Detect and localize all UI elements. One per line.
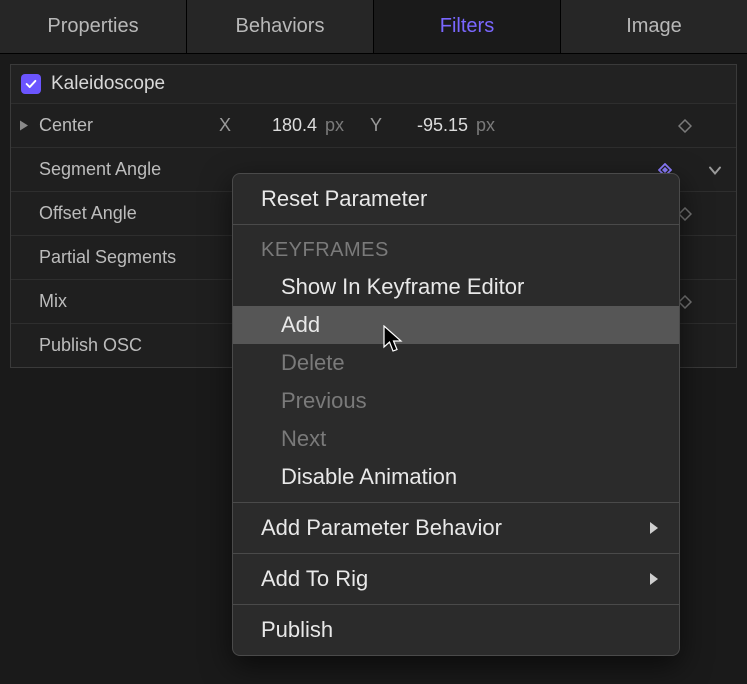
filter-enabled-checkbox[interactable]	[21, 74, 41, 94]
menu-label: Add Parameter Behavior	[261, 515, 502, 540]
filter-title: Kaleidoscope	[51, 73, 165, 95]
menu-next: Next	[233, 420, 679, 458]
menu-keyframes-header: KEYFRAMES	[233, 231, 679, 268]
menu-previous: Previous	[233, 382, 679, 420]
menu-add-to-rig[interactable]: Add To Rig	[233, 560, 679, 598]
keyframe-icon[interactable]	[678, 119, 692, 133]
menu-show-keyframe-editor[interactable]: Show In Keyframe Editor	[233, 268, 679, 306]
keyframe-icon[interactable]	[678, 207, 692, 221]
y-unit: px	[476, 115, 495, 136]
x-axis-label: X	[219, 115, 239, 136]
tab-filters[interactable]: Filters	[374, 0, 561, 53]
menu-separator	[233, 502, 679, 503]
menu-publish[interactable]: Publish	[233, 611, 679, 649]
disclosure-icon[interactable]	[19, 115, 29, 136]
animation-context-menu: Reset Parameter KEYFRAMES Show In Keyfra…	[232, 173, 680, 656]
menu-separator	[233, 553, 679, 554]
x-value[interactable]: 180.4	[247, 115, 317, 136]
y-value[interactable]: -95.15	[398, 115, 468, 136]
menu-add[interactable]: Add	[233, 306, 679, 344]
menu-separator	[233, 604, 679, 605]
menu-add-parameter-behavior[interactable]: Add Parameter Behavior	[233, 509, 679, 547]
x-unit: px	[325, 115, 344, 136]
submenu-arrow-icon	[649, 566, 659, 592]
param-label: Center	[39, 115, 219, 136]
checkmark-icon	[24, 77, 38, 91]
filter-header: Kaleidoscope	[11, 65, 736, 103]
tab-properties[interactable]: Properties	[0, 0, 187, 53]
menu-label: Add To Rig	[261, 566, 368, 591]
param-label: Mix	[39, 291, 219, 312]
param-label: Segment Angle	[39, 159, 219, 180]
param-label: Partial Segments	[39, 247, 219, 268]
tab-image[interactable]: Image	[561, 0, 747, 53]
param-label: Offset Angle	[39, 203, 219, 224]
submenu-arrow-icon	[649, 515, 659, 541]
menu-disable-animation[interactable]: Disable Animation	[233, 458, 679, 496]
keyframe-icon[interactable]	[678, 295, 692, 309]
menu-delete: Delete	[233, 344, 679, 382]
menu-separator	[233, 224, 679, 225]
inspector-tabs: Properties Behaviors Filters Image	[0, 0, 747, 54]
chevron-down-icon[interactable]	[708, 159, 722, 180]
menu-reset-parameter[interactable]: Reset Parameter	[233, 180, 679, 218]
tab-behaviors[interactable]: Behaviors	[187, 0, 374, 53]
param-row-center[interactable]: Center X 180.4 px Y -95.15 px	[11, 103, 736, 147]
center-xy: X 180.4 px Y -95.15 px	[219, 115, 513, 136]
y-axis-label: Y	[370, 115, 390, 136]
param-label: Publish OSC	[39, 335, 219, 356]
